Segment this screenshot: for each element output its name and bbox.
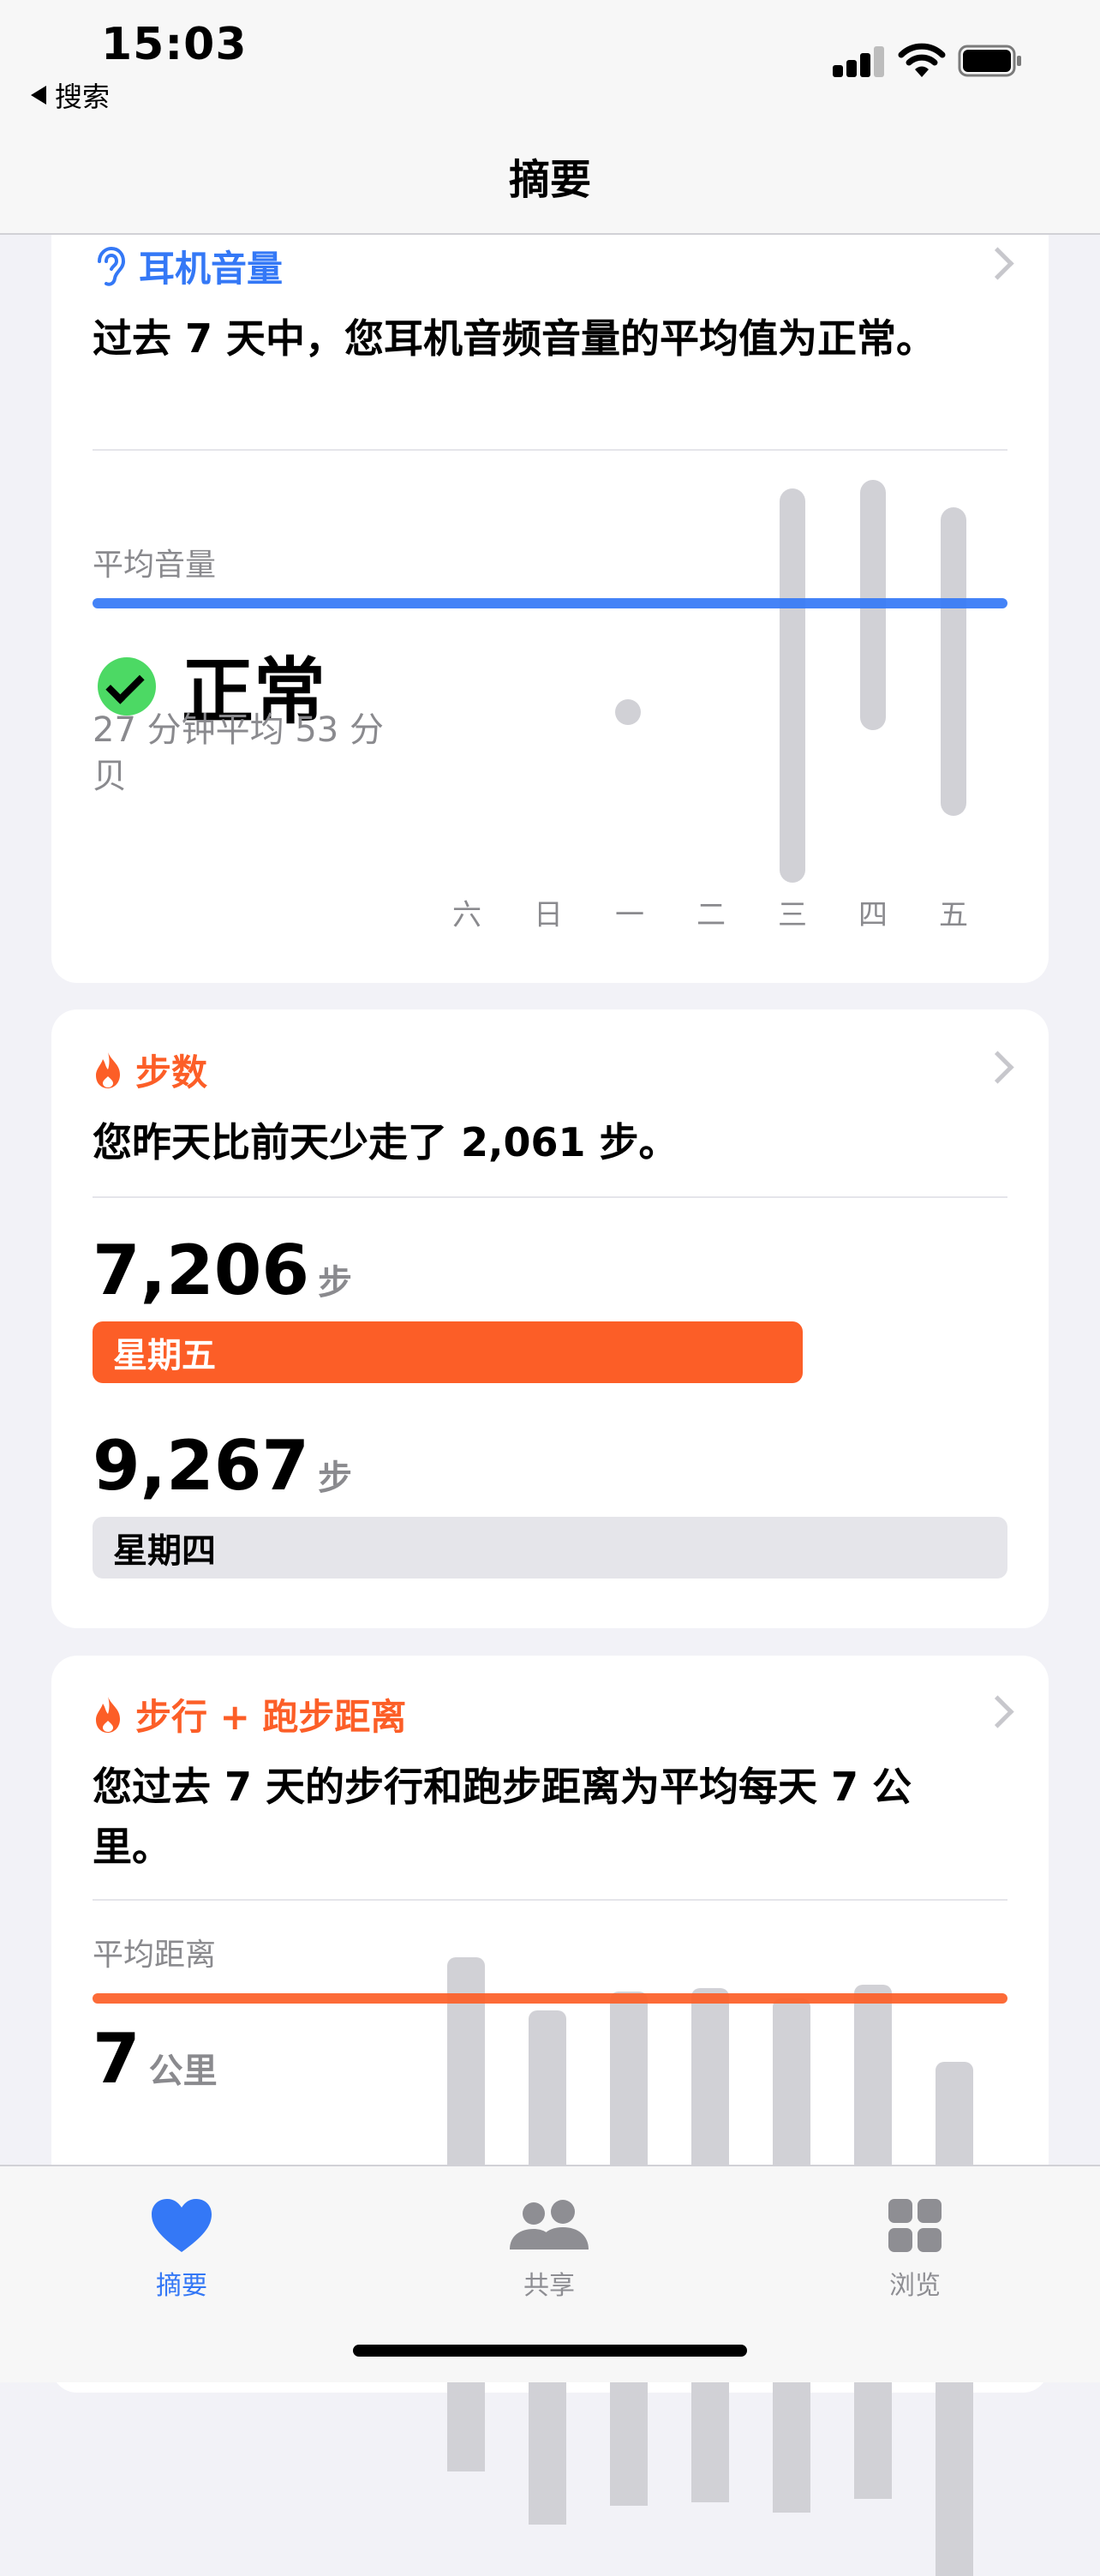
divider <box>93 1196 1007 1198</box>
steps-bar-thursday: 星期四 <box>93 1517 1007 1579</box>
day-label: 二 <box>696 898 726 932</box>
average-distance-label: 平均距离 <box>93 1938 217 1973</box>
steps-day-label: 星期四 <box>113 1531 216 1571</box>
average-distance-value: 7 公里 <box>93 2019 218 2099</box>
distance-summary: 您过去 7 天的步行和跑步距离为平均每天 7 公里。 <box>93 1764 912 1870</box>
headphone-audio-header: 耳机音量 <box>93 240 283 292</box>
tab-label: 摘要 <box>156 2271 207 2301</box>
steps-value: 7,206 <box>93 1231 310 1310</box>
tab-label: 浏览 <box>889 2271 941 2301</box>
flame-icon <box>96 1051 120 1088</box>
day-label: 日 <box>534 898 563 932</box>
steps-unit: 步 <box>318 1459 353 1498</box>
average-volume-line <box>93 598 1007 608</box>
average-volume-label: 平均音量 <box>93 548 217 583</box>
steps-summary: 您昨天比前天少走了 2,061 步。 <box>93 1119 679 1165</box>
volume-point-mon <box>615 699 641 725</box>
day-label: 五 <box>939 898 968 932</box>
back-arrow-icon <box>31 86 46 105</box>
distance-header: 步行 + 跑步距离 <box>93 1688 406 1740</box>
distance-value: 7 <box>93 2019 140 2099</box>
headphone-summary: 过去 7 天中，您耳机音频音量的平均值为正常。 <box>93 315 936 362</box>
tab-browse[interactable]: 浏览 <box>829 2187 1001 2302</box>
wifi-icon <box>898 43 946 77</box>
steps-header: 步数 <box>93 1044 207 1096</box>
chevron-right-icon[interactable] <box>981 247 1014 280</box>
day-label: 一 <box>615 898 644 932</box>
volume-detail: 27 分钟平均 53 分贝 <box>93 710 384 796</box>
distance-unit: 公里 <box>148 2052 218 2091</box>
average-distance-line <box>93 1993 1007 2004</box>
divider <box>93 449 1007 451</box>
chevron-right-icon[interactable] <box>981 1695 1014 1728</box>
tab-label: 共享 <box>523 2271 575 2301</box>
steps-bar-friday: 星期五 <box>93 1321 803 1383</box>
headphone-audio-card[interactable]: 耳机音量 过去 7 天中，您耳机音频音量的平均值为正常。 平均音量 正常 27 … <box>51 154 1049 983</box>
steps-day-label: 星期五 <box>113 1336 216 1375</box>
steps-value: 9,267 <box>93 1426 310 1506</box>
status-time: 15:03 <box>101 19 248 70</box>
day-label: 三 <box>778 898 807 932</box>
steps-value-thursday: 9,267 步 <box>93 1426 352 1506</box>
home-indicator[interactable] <box>353 2345 747 2357</box>
flame-icon <box>96 1696 120 1733</box>
heart-icon <box>152 2199 212 2252</box>
tab-summary[interactable]: 摘要 <box>96 2187 267 2302</box>
distance-title: 步行 + 跑步距离 <box>135 1696 407 1738</box>
day-label: 六 <box>452 898 481 932</box>
people-icon <box>510 2200 589 2250</box>
headphone-audio-title: 耳机音量 <box>139 248 284 290</box>
day-label: 四 <box>858 898 888 932</box>
tab-sharing[interactable]: 共享 <box>463 2187 635 2302</box>
cellular-signal-icon <box>833 46 886 77</box>
grid-icon <box>888 2199 942 2252</box>
page-title: 摘要 <box>508 156 591 204</box>
navigation-header: 15:03 搜索 摘要 <box>0 0 1100 235</box>
back-to-search-button[interactable]: 搜索 <box>31 75 110 115</box>
volume-range-bar-wed <box>780 488 805 883</box>
ear-icon <box>98 246 126 286</box>
back-label: 搜索 <box>55 81 111 113</box>
steps-title: 步数 <box>135 1051 208 1093</box>
divider <box>93 1899 1007 1901</box>
battery-icon <box>958 45 1021 77</box>
steps-unit: 步 <box>318 1263 353 1303</box>
chevron-right-icon[interactable] <box>981 1051 1014 1084</box>
volume-range-bar-fri <box>941 507 966 816</box>
steps-value-friday: 7,206 步 <box>93 1231 352 1310</box>
steps-card[interactable]: 步数 您昨天比前天少走了 2,061 步。 7,206 步 星期五 9,267 … <box>51 1009 1049 1628</box>
